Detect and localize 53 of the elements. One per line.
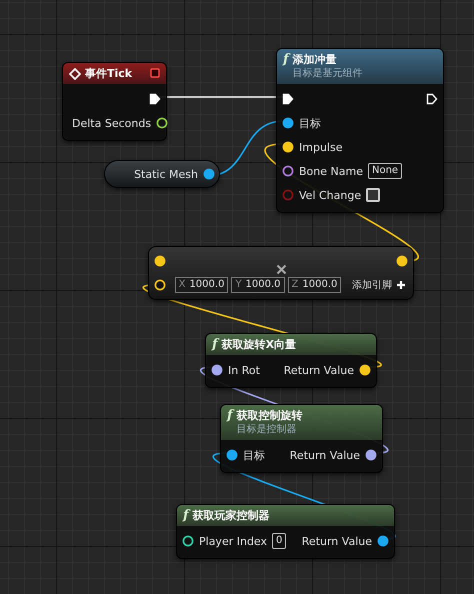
data-pin[interactable] [282,117,294,129]
pin-label: 目标 [299,116,321,130]
function-icon: f [227,408,233,423]
pin-label: Vel Change [299,188,362,202]
node-title: 事件Tick [85,66,134,81]
pin-label: In Rot [228,364,260,376]
node[interactable]: f 获取旋转X向量 In Rot Return Value [205,333,377,388]
data-pin[interactable] [203,168,215,180]
pin-label: Impulse [299,140,342,154]
diamond-icon [69,68,81,80]
close-icon[interactable] [276,264,286,275]
node-title: 获取玩家控制器 [192,508,271,523]
pin-label: Return Value [290,448,360,462]
variable-node[interactable]: Static Mesh [104,160,220,188]
function-icon: f [212,337,218,352]
data-pin[interactable] [226,449,238,461]
checkbox[interactable] [366,188,380,202]
data-pin[interactable] [182,535,194,547]
pin-label: Return Value [302,534,372,548]
node[interactable]: f 添加冲量 目标是基元组件 目标 Impulse Bone Name None Vel Change [276,48,444,213]
node[interactable]: f 获取玩家控制器 Player Index 0 Return Value [176,504,395,559]
plus-icon [396,280,406,290]
number-field[interactable]: X 1000.0 [174,277,228,293]
variable-label: Static Mesh [134,168,198,180]
value-field[interactable]: None [368,163,402,179]
exec-pin[interactable] [149,93,161,105]
function-icon: f [183,508,189,523]
pin-label: Delta Seconds [72,116,152,130]
node-title: 获取控制旋转 [236,408,304,423]
pin-label: Return Value [284,364,354,376]
data-pin[interactable] [377,535,389,547]
value-field[interactable]: 0 [272,533,286,549]
function-icon: f [283,52,289,67]
number-field[interactable]: Z 1000.0 [288,277,342,293]
node-title: 添加冲量 [292,52,338,67]
pin-label: Player Index [199,534,268,548]
node[interactable]: X 1000.0 Y 1000.0 Z 1000.0 添加引脚 [148,246,414,300]
node-subtitle: 目标是基元组件 [292,67,364,81]
pin-label: Bone Name [299,164,363,178]
number-field[interactable]: Y 1000.0 [231,277,285,293]
square-icon [150,68,160,78]
node-title: 获取旋转X向量 [222,337,298,352]
node-subtitle: 目标是控制器 [236,423,298,437]
data-pin[interactable] [365,449,377,461]
data-pin[interactable] [282,165,294,177]
pin-label: 目标 [243,448,265,462]
add-pin-button[interactable]: 添加引脚 [350,278,408,292]
exec-pin[interactable] [426,93,438,105]
exec-pin[interactable] [282,93,294,105]
node[interactable]: 事件Tick Delta Seconds [62,62,167,141]
node[interactable]: f 获取控制旋转 目标是控制器 目标 Return Value [220,404,383,473]
data-pin[interactable] [211,364,223,376]
data-pin[interactable] [156,117,168,129]
